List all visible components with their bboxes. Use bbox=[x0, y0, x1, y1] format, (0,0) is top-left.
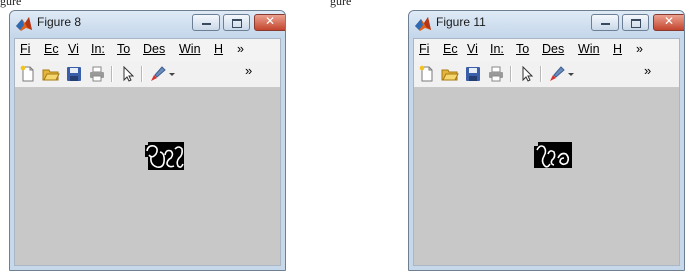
title-bar[interactable]: Figure 11 ✕ bbox=[409, 11, 684, 38]
maximize-icon bbox=[631, 19, 641, 28]
close-button[interactable]: ✕ bbox=[653, 14, 684, 31]
maximize-icon bbox=[232, 19, 242, 28]
toolbar-overflow-icon[interactable]: » bbox=[245, 63, 252, 78]
pointer-arrow-icon[interactable] bbox=[518, 65, 536, 83]
print-icon[interactable] bbox=[487, 65, 505, 83]
maximize-button[interactable] bbox=[223, 14, 250, 31]
toolbar-separator bbox=[141, 66, 143, 82]
brush-icon[interactable] bbox=[149, 65, 167, 83]
open-folder-icon[interactable] bbox=[441, 65, 459, 83]
matlab-logo-icon bbox=[415, 17, 431, 31]
window-title: Figure 8 bbox=[37, 15, 82, 29]
binary-image-figure11 bbox=[534, 142, 572, 168]
print-icon[interactable] bbox=[88, 65, 106, 83]
menu-view[interactable]: Vi bbox=[68, 42, 79, 56]
menu-bar: Fi Ec Vi In: To Des Win H » bbox=[414, 39, 679, 61]
figure-canvas bbox=[15, 88, 280, 265]
figure-client-area: Fi Ec Vi In: To Des Win H » » bbox=[413, 38, 680, 266]
figure-window-8[interactable]: Figure 8 ✕ Fi Ec Vi In: To Des Win H » » bbox=[9, 10, 286, 271]
menu-insert[interactable]: In: bbox=[490, 42, 504, 56]
toolbar-separator bbox=[111, 66, 113, 82]
title-bar[interactable]: Figure 8 ✕ bbox=[10, 11, 285, 38]
cropped-caption-right: gure bbox=[330, 0, 352, 8]
cropped-caption-left: gure bbox=[0, 0, 22, 8]
toolbar-separator bbox=[540, 66, 542, 82]
window-title: Figure 11 bbox=[436, 15, 486, 29]
menu-help[interactable]: H bbox=[613, 42, 622, 56]
minimize-button[interactable] bbox=[591, 14, 619, 31]
menu-insert[interactable]: In: bbox=[91, 42, 105, 56]
binary-image-figure8 bbox=[145, 142, 184, 170]
menu-edit[interactable]: Ec bbox=[443, 42, 458, 56]
figure-client-area: Fi Ec Vi In: To Des Win H » » bbox=[14, 38, 281, 266]
toolbar-separator bbox=[510, 66, 512, 82]
minimize-icon bbox=[202, 23, 211, 25]
chevron-down-icon[interactable] bbox=[167, 65, 177, 83]
new-file-icon[interactable] bbox=[418, 65, 436, 83]
minimize-button[interactable] bbox=[192, 14, 220, 31]
menu-file[interactable]: Fi bbox=[419, 42, 429, 56]
menu-edit[interactable]: Ec bbox=[44, 42, 59, 56]
menu-desktop[interactable]: Des bbox=[542, 42, 564, 56]
close-button[interactable]: ✕ bbox=[254, 14, 285, 31]
save-disk-icon[interactable] bbox=[65, 65, 83, 83]
menu-desktop[interactable]: Des bbox=[143, 42, 165, 56]
menu-help[interactable]: H bbox=[214, 42, 223, 56]
menu-file[interactable]: Fi bbox=[20, 42, 30, 56]
menu-overflow[interactable]: » bbox=[636, 42, 643, 56]
menu-tools[interactable]: To bbox=[516, 42, 529, 56]
maximize-button[interactable] bbox=[622, 14, 649, 31]
matlab-logo-icon bbox=[16, 17, 32, 31]
brush-icon[interactable] bbox=[548, 65, 566, 83]
pointer-arrow-icon[interactable] bbox=[119, 65, 137, 83]
menu-bar: Fi Ec Vi In: To Des Win H » bbox=[15, 39, 280, 61]
menu-window[interactable]: Win bbox=[578, 42, 600, 56]
figure-canvas bbox=[414, 88, 679, 265]
menu-window[interactable]: Win bbox=[179, 42, 201, 56]
chevron-down-icon[interactable] bbox=[566, 65, 576, 83]
toolbar-overflow-icon[interactable]: » bbox=[644, 63, 651, 78]
menu-view[interactable]: Vi bbox=[467, 42, 478, 56]
save-disk-icon[interactable] bbox=[464, 65, 482, 83]
toolbar: » bbox=[15, 61, 280, 88]
menu-tools[interactable]: To bbox=[117, 42, 130, 56]
open-folder-icon[interactable] bbox=[42, 65, 60, 83]
close-icon: ✕ bbox=[264, 14, 276, 28]
figure-window-11[interactable]: Figure 11 ✕ Fi Ec Vi In: To Des Win H » bbox=[408, 10, 685, 271]
minimize-icon bbox=[601, 23, 610, 25]
menu-overflow[interactable]: » bbox=[237, 42, 244, 56]
new-file-icon[interactable] bbox=[19, 65, 37, 83]
close-icon: ✕ bbox=[663, 14, 675, 28]
toolbar: » bbox=[414, 61, 679, 88]
